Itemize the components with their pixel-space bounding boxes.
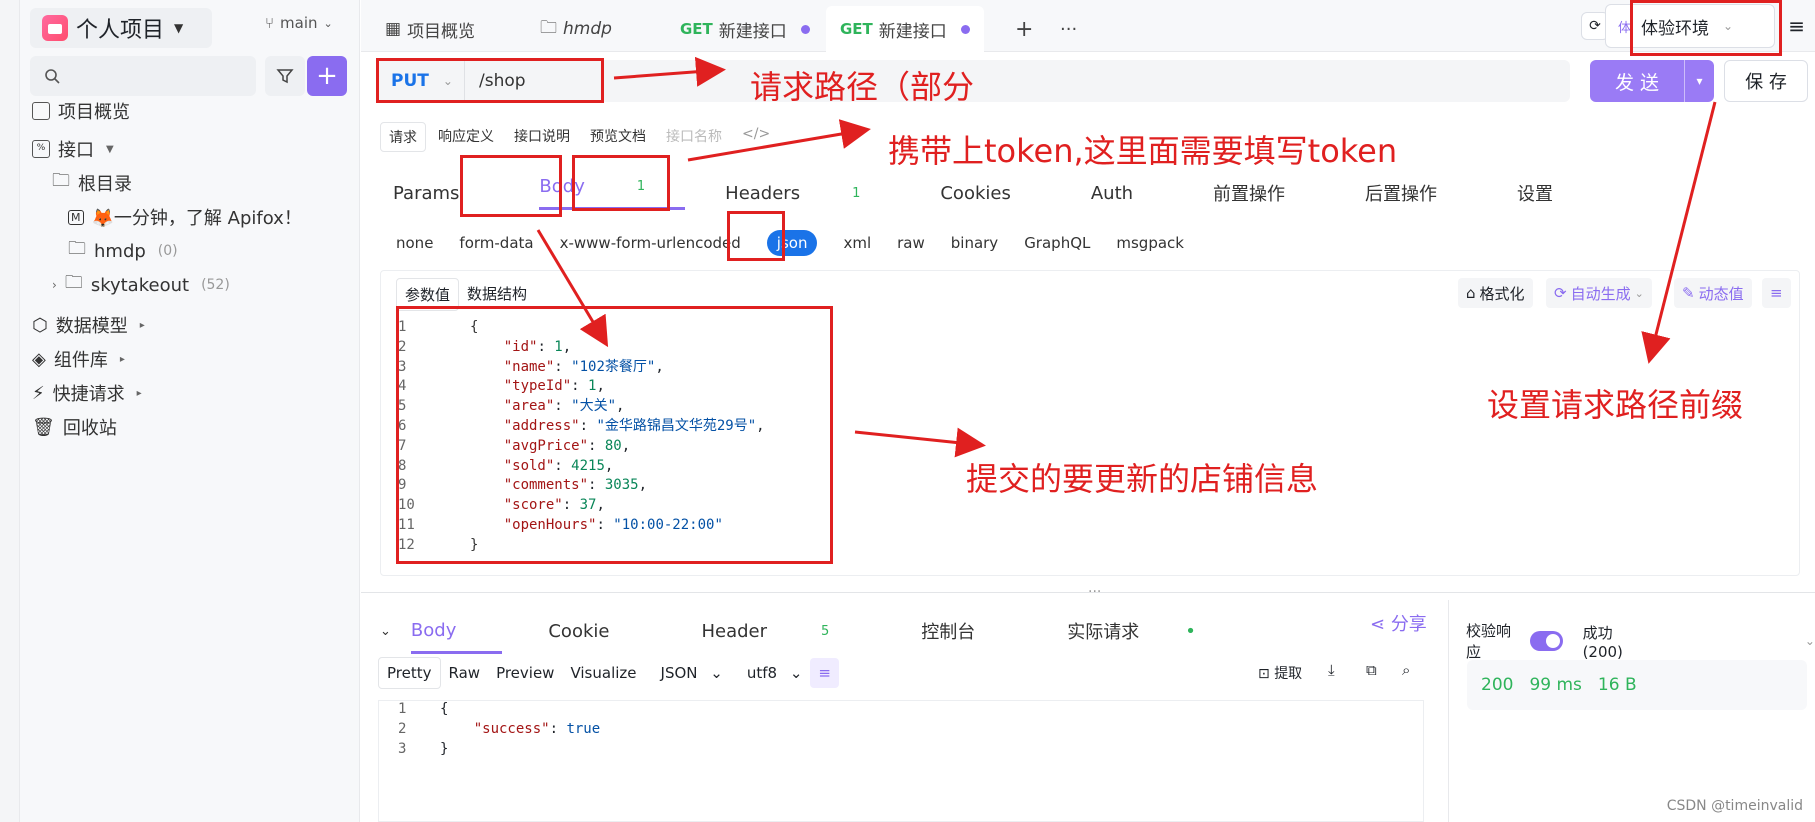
arrow-body <box>536 229 609 348</box>
arrow-shop-info <box>854 427 986 458</box>
annotation-token-text: 携带上token,这里面需要填写token <box>888 132 1398 170</box>
annotation-path-text: 请求路径（部分 <box>750 68 975 106</box>
arrow-path <box>613 56 726 87</box>
arrow-token <box>687 119 871 162</box>
annotation-body-text: 提交的要更新的店铺信息 <box>966 460 1319 498</box>
watermark: CSDN @timeinvalid <box>1666 798 1803 814</box>
arrow-prefix <box>1641 101 1717 364</box>
annotation-prefix-text: 设置请求路径前缀 <box>1487 386 1744 424</box>
